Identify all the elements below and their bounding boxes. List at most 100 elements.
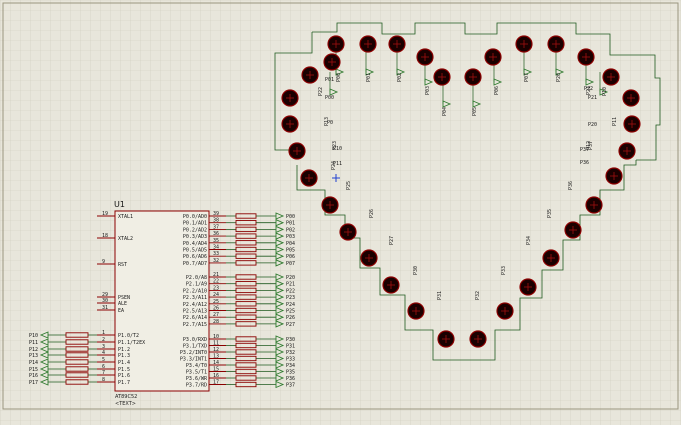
ic-pin-number: 7 [102, 370, 105, 376]
heart-net-label: P06 [494, 86, 500, 95]
ic-pin-number: 22 [213, 279, 219, 285]
ic-pin-number: 26 [213, 306, 219, 312]
heart-net-label: P02 [397, 73, 403, 82]
heart-net-label: P04 [442, 107, 448, 116]
net-label: P34 [286, 363, 295, 369]
ic-pin-number: 14 [213, 360, 219, 366]
ic-pin-number: 1 [102, 330, 105, 336]
ic-pin-number: 18 [102, 233, 108, 239]
ic-pin-number: 4 [102, 350, 105, 356]
ic-pin-number: 39 [213, 211, 219, 217]
ic-pin-name: P2.0/A8 [186, 275, 207, 281]
net-label: P35 [286, 370, 295, 376]
net-label: P24 [286, 302, 295, 308]
heart-net-label: P27 [389, 236, 395, 245]
ic-pin-name: P1.4 [118, 360, 130, 366]
ic-pin-number: 38 [213, 218, 219, 224]
net-label: P01 [286, 221, 295, 227]
net-label: P20 [286, 275, 295, 281]
ic-pin-name: P1.0/T2 [118, 333, 139, 339]
net-label: P16 [29, 373, 38, 379]
ic-pin-name: P1.7 [118, 380, 130, 386]
ic-pin-name: P0.3/AD3 [183, 234, 207, 240]
ic-pin-name: P3.2/INT0 [180, 350, 207, 356]
ic-pin-name: P0.4/AD4 [183, 241, 207, 247]
net-label: P00 [286, 214, 295, 220]
net-label: P06 [286, 254, 295, 260]
ic-pin-name: P3.4/T0 [186, 363, 207, 369]
net-label: P14 [29, 360, 38, 366]
ic-pin-number: 34 [213, 245, 219, 251]
net-label: P22 [286, 288, 295, 294]
net-label: P25 [286, 309, 295, 315]
heart-net-label: P01 [325, 77, 334, 83]
net-label: P26 [286, 315, 295, 321]
schematic-canvas[interactable]: U1 AT89C52 <TEXT> 19 XTAL1 18 XTAL2 9 RST 29 PS… [0, 0, 681, 425]
ic-pin-name: P3.1/TXD [183, 344, 207, 350]
ic-pin-name: P2.7/A15 [183, 322, 207, 328]
ic-pin-number: 32 [213, 258, 219, 264]
ic-pin-number: 37 [213, 224, 219, 230]
ic-pin-number: 12 [213, 347, 219, 353]
ic-pin-number: 19 [102, 211, 108, 217]
ic-pin-name: XTAL2 [118, 236, 133, 242]
heart-net-label: P36 [568, 181, 574, 190]
ic-pin-number: 25 [213, 299, 219, 305]
net-label: P31 [286, 344, 295, 350]
ic-pin-number: 9 [102, 259, 105, 265]
net-label: P32 [286, 350, 295, 356]
net-label: P17 [29, 380, 38, 386]
ic-pin-name: P3.5/T1 [186, 370, 207, 376]
heart-net-label: P25 [346, 181, 352, 190]
heart-net-label: P0 [327, 120, 333, 126]
net-label: P07 [286, 261, 295, 267]
ic-pin-name: P2.4/A12 [183, 302, 207, 308]
heart-net-label: P26 [369, 209, 375, 218]
ic-pin-number: 27 [213, 312, 219, 318]
ic-part-label: AT89C52 [115, 394, 137, 400]
ic-pin-number: 2 [102, 337, 105, 343]
ic-pin-name: P2.1/A9 [186, 282, 207, 288]
ic-pin-number: 17 [213, 380, 219, 386]
mcu-u1[interactable]: U1 AT89C52 <TEXT> 19 XTAL118 XTAL29 RST29 PS… [97, 200, 226, 407]
ic-pin-name: RST [118, 262, 127, 268]
ic-pin-name: P0.0/AD0 [183, 214, 207, 220]
heart-net-label: P10 [333, 146, 342, 152]
ic-pin-number: 15 [213, 367, 219, 373]
ic-pin-number: 8 [102, 377, 105, 383]
heart-net-label: P11 [612, 117, 618, 126]
ic-pin-number: 13 [213, 354, 219, 360]
net-label: P11 [29, 340, 38, 346]
net-label: P02 [286, 227, 295, 233]
heart-net-label: P34 [526, 236, 532, 245]
heart-net-label: P31 [437, 291, 443, 300]
ic-pin-number: 5 [102, 357, 105, 363]
net-label: P23 [286, 295, 295, 301]
ic-pin-name: P1.3 [118, 353, 130, 359]
heart-net-label: P32 [475, 291, 481, 300]
heart-net-label: P22 [584, 86, 593, 92]
heart-net-label: P20 [556, 73, 562, 82]
ic-pin-name: P0.6/AD6 [183, 254, 207, 260]
net-label: P21 [286, 282, 295, 288]
ic-pin-number: 30 [102, 298, 108, 304]
net-label: P36 [286, 376, 295, 382]
ic-pin-name: P0.2/AD2 [183, 227, 207, 233]
heart-net-label: P01 [366, 73, 372, 82]
ic-pin-number: 24 [213, 292, 219, 298]
net-label: P03 [286, 234, 295, 240]
ic-pin-number: 33 [213, 251, 219, 257]
heart-net-label: P20 [588, 122, 597, 128]
heart-net-label: P00 [325, 95, 334, 101]
schematic-sheet[interactable]: U1 AT89C52 <TEXT> 19 XTAL118 XTAL29 RST29 PS… [0, 0, 681, 425]
heart-net-label: P22 [318, 87, 324, 96]
ic-reference-label: U1 [114, 200, 125, 209]
ic-pin-name: P3.3/INT1 [180, 357, 207, 363]
ic-pin-name: P0.5/AD5 [183, 248, 207, 254]
ic-pin-number: 35 [213, 238, 219, 244]
heart-net-label: P05 [472, 107, 478, 116]
ic-pin-number: 16 [213, 373, 219, 379]
ic-pin-name: P3.0/RXD [183, 337, 207, 343]
net-label: P30 [286, 337, 295, 343]
ic-pin-number: 31 [102, 305, 108, 311]
